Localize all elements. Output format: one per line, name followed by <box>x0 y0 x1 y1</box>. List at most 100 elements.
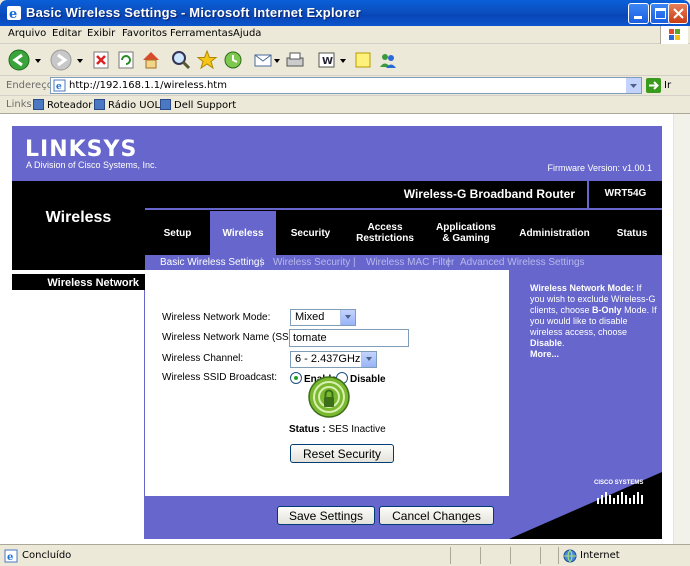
menu-item-ferramentas[interactable]: Ferramentas <box>170 28 233 39</box>
subtab-basic-wireless[interactable]: Basic Wireless Settings <box>160 257 264 268</box>
refresh-icon[interactable] <box>115 49 137 71</box>
tab-wireless[interactable]: Wireless <box>210 211 276 255</box>
minimize-button[interactable] <box>628 3 649 24</box>
status-text: Concluído <box>22 550 72 561</box>
link-roteador[interactable]: Roteador <box>33 99 92 111</box>
help-text: Wireless Network Mode: If you wish to ex… <box>530 283 657 359</box>
go-label[interactable]: Ir <box>664 80 671 91</box>
mode-label: Wireless Network Mode: <box>162 312 271 323</box>
menu-item-favoritos[interactable]: Favoritos <box>122 28 167 39</box>
section-block: Wireless <box>12 181 145 270</box>
minimize-icon <box>634 16 642 19</box>
model-box: WRT54G <box>587 181 662 208</box>
left-column: Wireless Network <box>12 270 145 539</box>
discuss-icon[interactable] <box>352 49 374 71</box>
go-arrow-icon <box>649 81 659 90</box>
ssid-label: Wireless Network Name (SSID): <box>162 332 305 343</box>
form-area: Wireless Network Mode: Mixed Wireless Ne… <box>145 270 509 496</box>
messenger-icon[interactable] <box>377 49 399 71</box>
ses-status-value: SES Inactive <box>328 424 386 435</box>
tab-access-restrictions[interactable]: Access Restrictions <box>345 211 425 255</box>
address-input[interactable]: e http://192.168.1.1/wireless.htm <box>50 77 642 94</box>
channel-select[interactable]: 6 - 2.437GHz <box>290 351 377 368</box>
browser-toolbar: W <box>0 44 690 76</box>
product-name: Wireless-G Broadband Router <box>403 187 575 201</box>
tab-security[interactable]: Security <box>276 211 345 255</box>
tab-setup[interactable]: Setup <box>145 211 210 255</box>
mail-icon[interactable] <box>252 49 274 71</box>
links-label: Links <box>6 99 32 110</box>
svg-text:e: e <box>9 7 17 21</box>
menu-item-ajuda[interactable]: Ajuda <box>233 28 261 39</box>
menu-item-editar[interactable]: Editar <box>52 28 82 39</box>
ssid-input[interactable]: tomate <box>289 329 409 347</box>
link-page-icon <box>94 99 105 110</box>
back-dropdown-icon[interactable] <box>33 49 43 71</box>
back-icon[interactable] <box>8 49 30 71</box>
address-dropdown-icon[interactable] <box>626 78 641 93</box>
ses-button-icon[interactable] <box>308 376 350 418</box>
subtab-wireless-security[interactable]: Wireless Security <box>273 257 350 268</box>
subtab-separator: | <box>353 257 356 268</box>
router-header: LINKSYS A Division of Cisco Systems, Inc… <box>12 126 662 181</box>
edit-dropdown-icon[interactable] <box>338 49 348 71</box>
window-title: Basic Wireless Settings - Microsoft Inte… <box>26 5 361 20</box>
page-done-icon: e <box>4 549 18 563</box>
windows-logo-icon <box>660 26 688 44</box>
stop-icon[interactable] <box>90 49 112 71</box>
history-icon[interactable] <box>222 49 244 71</box>
firmware-version: Firmware Version: v1.00.1 <box>547 163 652 173</box>
mail-dropdown-icon[interactable] <box>272 49 282 71</box>
menu-item-exibir[interactable]: Exibir <box>87 28 115 39</box>
broadcast-enable-radio[interactable] <box>290 372 302 384</box>
home-icon[interactable] <box>140 49 162 71</box>
links-bar: Links Roteador Rádio UOL Dell Support <box>0 96 690 114</box>
tab-administration[interactable]: Administration <box>507 211 602 255</box>
address-label: Endereço <box>6 80 53 91</box>
menu-item-arquivo[interactable]: Arquivo <box>8 28 46 39</box>
sub-tabs: Basic Wireless Settings | Wireless Secur… <box>145 255 662 270</box>
cisco-logo: CISCO SYSTEMS <box>594 480 648 508</box>
tab-status[interactable]: Status <box>602 211 662 255</box>
save-settings-button[interactable]: Save Settings <box>277 506 375 525</box>
ses-status: Status : SES Inactive <box>289 424 386 435</box>
section-title: Wireless <box>45 209 112 226</box>
model-name: WRT54G <box>604 188 647 199</box>
vertical-scrollbar[interactable] <box>673 114 690 544</box>
favorites-icon[interactable] <box>196 49 218 71</box>
go-button[interactable] <box>646 78 661 93</box>
internet-zone-icon <box>563 549 577 563</box>
linksys-logo: LINKSYS <box>25 137 138 162</box>
subtab-advanced-wireless[interactable]: Advanced Wireless Settings <box>460 257 585 268</box>
svg-text:e: e <box>7 552 13 563</box>
tab-applications-gaming[interactable]: Applications & Gaming <box>425 211 507 255</box>
broadcast-disable-label[interactable]: Disable <box>350 374 386 385</box>
forward-icon[interactable] <box>50 49 72 71</box>
forward-dropdown-icon[interactable] <box>75 49 85 71</box>
router-page: LINKSYS A Division of Cisco Systems, Inc… <box>12 126 662 539</box>
edit-icon[interactable]: W <box>316 49 338 71</box>
reset-security-button[interactable]: Reset Security <box>290 444 394 463</box>
print-icon[interactable] <box>284 49 306 71</box>
chevron-down-icon <box>361 352 376 367</box>
main-tabs: Setup Wireless Security Access Restricti… <box>145 211 662 255</box>
linksys-subtitle: A Division of Cisco Systems, Inc. <box>26 160 158 170</box>
help-more-link[interactable]: More... <box>530 349 559 359</box>
link-dell-support[interactable]: Dell Support <box>160 99 236 111</box>
cisco-bars-icon <box>597 492 643 504</box>
svg-text:e: e <box>56 82 62 92</box>
broadcast-label: Wireless SSID Broadcast: <box>162 372 278 383</box>
link-page-icon <box>160 99 171 110</box>
cancel-changes-button[interactable]: Cancel Changes <box>379 506 494 525</box>
link-radio-uol[interactable]: Rádio UOL <box>94 99 160 111</box>
channel-label: Wireless Channel: <box>162 353 244 364</box>
product-name-bar: Wireless-G Broadband Router <box>145 181 587 208</box>
address-bar: Endereço e http://192.168.1.1/wireless.h… <box>0 76 690 96</box>
search-icon[interactable] <box>170 49 192 71</box>
zone-text: Internet <box>580 550 620 561</box>
title-bar: e Basic Wireless Settings - Microsoft In… <box>0 0 690 26</box>
subtab-mac-filter[interactable]: Wireless MAC Filter <box>366 257 454 268</box>
footer-bar: Save Settings Cancel Changes <box>145 496 509 539</box>
close-button[interactable] <box>668 3 688 24</box>
mode-select[interactable]: Mixed <box>290 309 356 326</box>
